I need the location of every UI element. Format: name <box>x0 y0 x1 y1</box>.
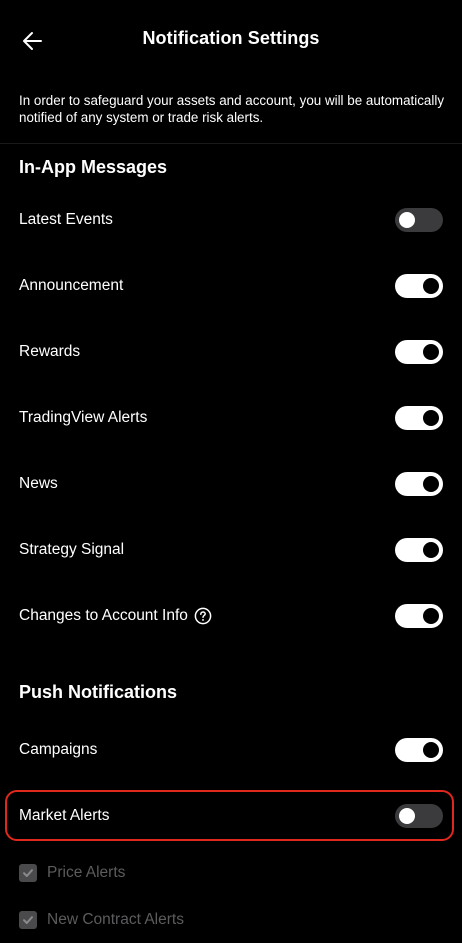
setting-label: Latest Events <box>19 211 113 228</box>
toggle-knob <box>399 212 415 228</box>
setting-row-rewards: Rewards <box>0 327 462 377</box>
setting-row-market-alerts: Market Alerts <box>0 791 462 841</box>
setting-label: News <box>19 475 58 492</box>
setting-row-latest-events: Latest Events <box>0 195 462 245</box>
latest-events-toggle[interactable] <box>395 208 443 232</box>
market-alerts-toggle[interactable] <box>395 804 443 828</box>
check-row-price-alerts: Price Alerts <box>0 858 462 888</box>
check-label: New Contract Alerts <box>47 911 184 928</box>
section-title-in-app: In-App Messages <box>19 157 168 177</box>
tradingview-alerts-toggle[interactable] <box>395 406 443 430</box>
setting-row-account-info: Changes to Account Info <box>0 591 462 641</box>
question-circle-icon[interactable] <box>194 607 212 625</box>
setting-row-tradingview-alerts: TradingView Alerts <box>0 393 462 443</box>
toggle-knob <box>423 742 439 758</box>
setting-label: Announcement <box>19 277 124 294</box>
toggle-knob <box>423 278 439 294</box>
section-title-push: Push Notifications <box>19 682 178 702</box>
news-toggle[interactable] <box>395 472 443 496</box>
setting-label: Campaigns <box>19 741 98 758</box>
new-contract-alerts-checkbox[interactable] <box>19 911 37 929</box>
intro-text: In order to safeguard your assets and ac… <box>19 93 445 125</box>
rewards-toggle[interactable] <box>395 340 443 364</box>
check-row-new-contract-alerts: New Contract Alerts <box>0 905 462 935</box>
setting-label: Changes to Account Info <box>19 607 188 624</box>
toggle-knob <box>423 410 439 426</box>
announcement-toggle[interactable] <box>395 274 443 298</box>
setting-label: Strategy Signal <box>19 541 125 558</box>
price-alerts-checkbox[interactable] <box>19 864 37 882</box>
header: Notification Settings <box>0 0 462 82</box>
checkmark-icon <box>23 869 33 877</box>
setting-label-wrap: Changes to Account Info <box>19 607 212 625</box>
toggle-knob <box>423 608 439 624</box>
toggle-knob <box>399 808 415 824</box>
check-label: Price Alerts <box>47 864 126 881</box>
setting-row-announcement: Announcement <box>0 261 462 311</box>
setting-label: TradingView Alerts <box>19 409 148 426</box>
setting-row-campaigns: Campaigns <box>0 725 462 775</box>
strategy-signal-toggle[interactable] <box>395 538 443 562</box>
setting-label: Rewards <box>19 343 81 360</box>
toggle-knob <box>423 542 439 558</box>
account-info-toggle[interactable] <box>395 604 443 628</box>
checkmark-icon <box>23 916 33 924</box>
setting-row-strategy-signal: Strategy Signal <box>0 525 462 575</box>
toggle-knob <box>423 476 439 492</box>
campaigns-toggle[interactable] <box>395 738 443 762</box>
setting-row-news: News <box>0 459 462 509</box>
setting-label: Market Alerts <box>19 807 110 824</box>
toggle-knob <box>423 344 439 360</box>
divider <box>0 143 462 144</box>
page-title: Notification Settings <box>142 28 320 48</box>
